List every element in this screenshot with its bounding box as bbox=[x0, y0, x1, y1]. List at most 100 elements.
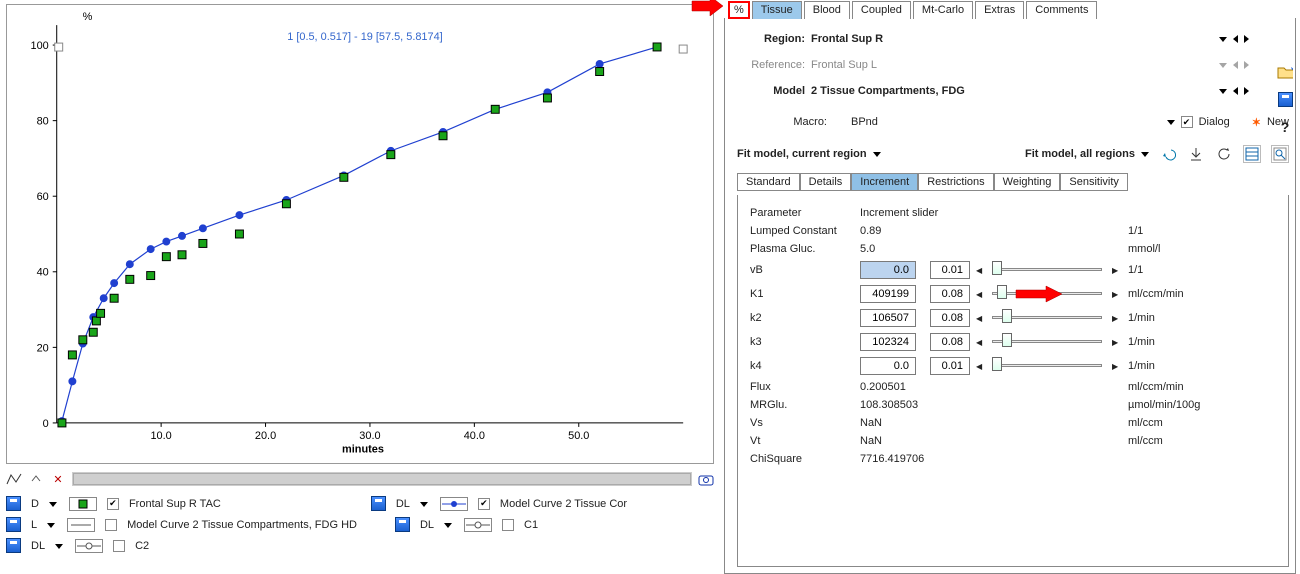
increment-icon[interactable]: ▶ bbox=[1112, 362, 1128, 371]
tab-extras[interactable]: Extras bbox=[975, 1, 1024, 19]
param-name: k3 bbox=[750, 336, 860, 348]
camera-icon[interactable] bbox=[698, 471, 714, 487]
tab-blood[interactable]: Blood bbox=[804, 1, 850, 19]
legend-sample-line-open[interactable] bbox=[464, 518, 492, 532]
increment-icon[interactable]: ▶ bbox=[1112, 266, 1128, 275]
svg-text:80: 80 bbox=[37, 116, 49, 128]
new-star-icon[interactable]: ✶ bbox=[1252, 116, 1261, 129]
dropdown-icon[interactable] bbox=[1219, 37, 1227, 42]
legend-code: L bbox=[31, 519, 37, 531]
param-header: Parameter bbox=[750, 207, 860, 219]
legend-checkbox[interactable] bbox=[105, 519, 117, 531]
increment-slider[interactable] bbox=[992, 358, 1102, 374]
tab-percent[interactable]: % bbox=[728, 1, 750, 19]
save-icon[interactable] bbox=[6, 538, 21, 553]
subtab-restrictions[interactable]: Restrictions bbox=[918, 173, 993, 191]
legend-checkbox[interactable] bbox=[107, 498, 119, 510]
param-value-input[interactable] bbox=[860, 309, 916, 327]
region-value: Frontal Sup R bbox=[811, 33, 1213, 45]
dropdown-icon[interactable] bbox=[47, 520, 57, 530]
legend-checkbox[interactable] bbox=[478, 498, 490, 510]
increment-icon[interactable]: ▶ bbox=[1112, 338, 1128, 347]
fit-current-button[interactable]: Fit model, current region bbox=[737, 148, 881, 160]
zoom-up-icon[interactable] bbox=[28, 471, 44, 487]
param-name: k4 bbox=[750, 360, 860, 372]
legend-label: Model Curve 2 Tissue Cor bbox=[500, 498, 627, 510]
macro-value: BPnd bbox=[851, 116, 878, 128]
param-value-input[interactable] bbox=[860, 333, 916, 351]
param-step-input[interactable] bbox=[930, 333, 970, 351]
dropdown-icon[interactable] bbox=[1167, 120, 1175, 125]
legend-sample-line-open[interactable] bbox=[75, 539, 103, 553]
legend-checkbox[interactable] bbox=[113, 540, 125, 552]
result-unit: ml/ccm bbox=[1128, 435, 1238, 447]
x-axis-label: minutes bbox=[342, 444, 384, 456]
param-step-input[interactable] bbox=[930, 309, 970, 327]
prev-icon[interactable] bbox=[1233, 87, 1238, 95]
increment-icon[interactable]: ▶ bbox=[1112, 314, 1128, 323]
subtab-sensitivity[interactable]: Sensitivity bbox=[1060, 173, 1128, 191]
increment-slider[interactable] bbox=[992, 310, 1102, 326]
subtab-increment[interactable]: Increment bbox=[851, 173, 918, 191]
decrement-icon[interactable]: ◀ bbox=[976, 266, 992, 275]
param-step-input[interactable] bbox=[930, 261, 970, 279]
chart-canvas[interactable]: % 1 [0.5, 0.517] - 19 [57.5, 5.8174] 020… bbox=[6, 4, 714, 464]
increment-slider[interactable] bbox=[992, 262, 1102, 278]
increment-icon[interactable]: ▶ bbox=[1112, 290, 1128, 299]
prev-icon[interactable] bbox=[1233, 35, 1238, 43]
fit-all-button[interactable]: Fit model, all regions bbox=[1025, 148, 1149, 160]
dropdown-icon[interactable] bbox=[1219, 89, 1227, 94]
refresh-icon[interactable] bbox=[1215, 145, 1233, 163]
table-icon[interactable] bbox=[1243, 145, 1261, 163]
next-icon[interactable] bbox=[1244, 35, 1249, 43]
save-icon[interactable] bbox=[6, 496, 21, 511]
param-value-input[interactable] bbox=[860, 285, 916, 303]
horizontal-scrollbar[interactable] bbox=[72, 472, 692, 486]
next-icon[interactable] bbox=[1244, 87, 1249, 95]
param-step-input[interactable] bbox=[930, 357, 970, 375]
param-value-input[interactable] bbox=[860, 261, 916, 279]
legend-sample-blue-line[interactable] bbox=[440, 497, 468, 511]
param-step-input[interactable] bbox=[930, 285, 970, 303]
save-icon[interactable] bbox=[395, 517, 410, 532]
tab-tissue[interactable]: Tissue bbox=[752, 1, 802, 19]
dropdown-icon[interactable] bbox=[420, 499, 430, 509]
tab-coupled[interactable]: Coupled bbox=[852, 1, 911, 19]
result-unit: ml/ccm bbox=[1128, 417, 1238, 429]
subtab-details[interactable]: Details bbox=[800, 173, 852, 191]
save-icon[interactable] bbox=[6, 517, 21, 532]
subtab-standard[interactable]: Standard bbox=[737, 173, 800, 191]
dialog-checkbox[interactable] bbox=[1181, 116, 1193, 128]
help-icon[interactable]: ? bbox=[1276, 118, 1294, 136]
decrement-icon[interactable]: ◀ bbox=[976, 314, 992, 323]
increment-slider[interactable] bbox=[992, 334, 1102, 350]
legend-sample-line[interactable] bbox=[67, 518, 95, 532]
subtab-weighting[interactable]: Weighting bbox=[994, 173, 1061, 191]
inspect-icon[interactable] bbox=[1271, 145, 1289, 163]
svg-text:100: 100 bbox=[31, 40, 49, 52]
dropdown-icon[interactable] bbox=[55, 541, 65, 551]
dropdown-icon[interactable] bbox=[49, 499, 59, 509]
param-unit: 1/min bbox=[1128, 312, 1238, 324]
save-icon[interactable] bbox=[371, 496, 386, 511]
decrement-icon[interactable]: ◀ bbox=[976, 362, 992, 371]
undo-icon[interactable] bbox=[1159, 145, 1177, 163]
param-name: Lumped Constant bbox=[750, 225, 860, 237]
line-style-icon[interactable] bbox=[6, 471, 22, 487]
legend-checkbox[interactable] bbox=[502, 519, 514, 531]
open-folder-icon[interactable] bbox=[1276, 62, 1294, 80]
close-icon[interactable]: ✕ bbox=[50, 471, 66, 487]
tab-mtcarlo[interactable]: Mt-Carlo bbox=[913, 1, 973, 19]
decrement-icon[interactable]: ◀ bbox=[976, 290, 992, 299]
slider-header: Increment slider bbox=[860, 207, 1128, 219]
download-icon[interactable] bbox=[1187, 145, 1205, 163]
tab-comments[interactable]: Comments bbox=[1026, 1, 1097, 19]
legend-sample-green-sq[interactable] bbox=[69, 497, 97, 511]
decrement-icon[interactable]: ◀ bbox=[976, 338, 992, 347]
increment-slider[interactable] bbox=[992, 286, 1102, 302]
svg-text:40.0: 40.0 bbox=[464, 430, 485, 442]
save-db-icon[interactable] bbox=[1276, 90, 1294, 108]
red-arrow-icon bbox=[1014, 284, 1064, 304]
dropdown-icon[interactable] bbox=[444, 520, 454, 530]
param-value-input[interactable] bbox=[860, 357, 916, 375]
